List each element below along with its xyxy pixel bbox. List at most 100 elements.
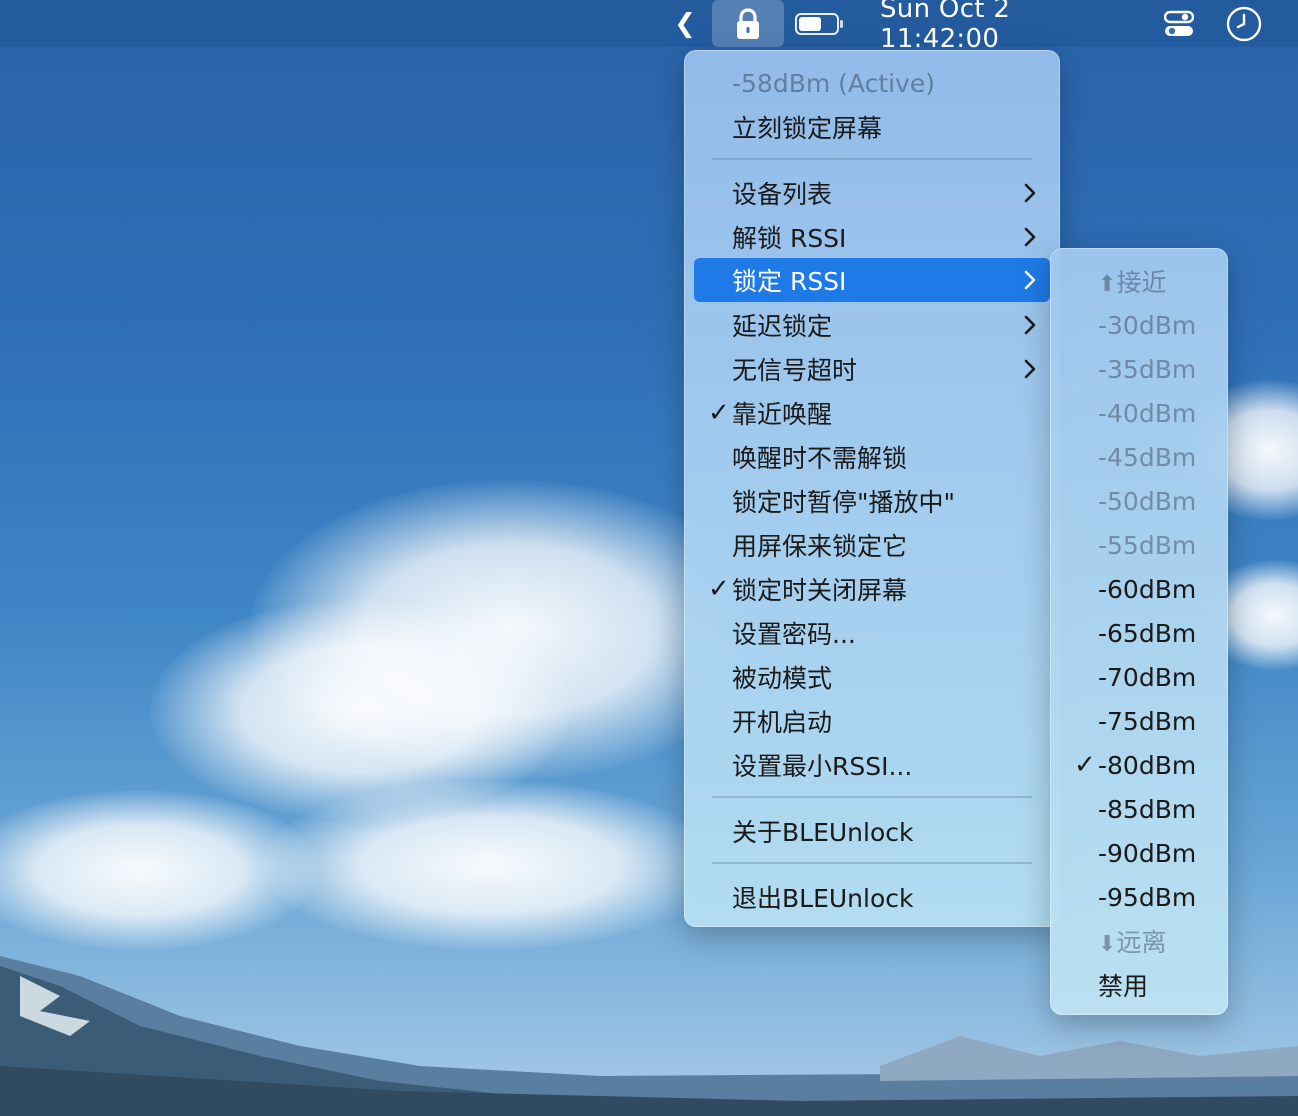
menu-item-label: 开机启动: [732, 708, 833, 737]
submenu-item-label: -85dBm: [1098, 794, 1197, 824]
clock-icon: [1226, 6, 1262, 41]
submenu-item-label: -50dBm: [1098, 486, 1197, 516]
chevron-right-icon: [1024, 359, 1036, 379]
menu-item-about[interactable]: 关于BLEUnlock: [694, 809, 1050, 853]
submenu-item-label: -60dBm: [1098, 574, 1197, 604]
checkmark-icon: ✓: [1074, 750, 1096, 780]
menu-item-label: 立刻锁定屏幕: [732, 114, 883, 143]
menu-item-set-password[interactable]: 设置密码...: [694, 611, 1050, 655]
menubar-clock[interactable]: Sun Oct 2 11:42:00: [880, 0, 1130, 54]
menu-item-device-list[interactable]: 设备列表: [694, 171, 1050, 215]
menu-item-label: 锁定时暂停"播放中": [732, 488, 955, 517]
submenu-item-rssi[interactable]: -85dBm: [1060, 787, 1218, 831]
control-center-button[interactable]: [1158, 0, 1200, 47]
menu-item-label: 设置最小RSSI...: [732, 752, 913, 781]
lock-rssi-submenu: ⬆接近 -30dBm -35dBm -40dBm -45dBm -50dBm -…: [1050, 248, 1228, 1015]
submenu-item-label: -45dBm: [1098, 442, 1197, 472]
menu-item-set-min-rssi[interactable]: 设置最小RSSI...: [694, 743, 1050, 787]
menu-item-label: 靠近唤醒: [732, 400, 833, 429]
checkmark-icon: ✓: [708, 574, 730, 604]
chevron-right-icon: [1024, 183, 1036, 203]
menu-separator: [712, 862, 1032, 864]
menu-item-wake-without-unlock[interactable]: 唤醒时不需解锁: [694, 435, 1050, 479]
submenu-item-rssi[interactable]: -65dBm: [1060, 611, 1218, 655]
submenu-item-label: -35dBm: [1098, 354, 1197, 384]
chevron-right-icon: [1024, 227, 1036, 247]
menu-item-passive-mode[interactable]: 被动模式: [694, 655, 1050, 699]
datetime-text: Sun Oct 2 11:42:00: [880, 0, 1011, 54]
menu-item-label: 退出BLEUnlock: [732, 884, 914, 913]
menu-item-delay-lock[interactable]: 延迟锁定: [694, 303, 1050, 347]
menu-separator: [712, 158, 1032, 160]
menu-item-lock-with-screensaver[interactable]: 用屏保来锁定它: [694, 523, 1050, 567]
menu-item-wake-on-proximity[interactable]: ✓ 靠近唤醒: [694, 391, 1050, 435]
submenu-item-rssi[interactable]: -90dBm: [1060, 831, 1218, 875]
menu-item-label: 延迟锁定: [732, 312, 833, 341]
battery-status-item[interactable]: [790, 0, 850, 47]
menu-item-label: 锁定 RSSI: [732, 267, 847, 296]
lock-icon: [737, 7, 759, 39]
menu-item-lock-rssi[interactable]: 锁定 RSSI: [694, 258, 1050, 302]
submenu-item-label: -55dBm: [1098, 530, 1197, 560]
menu-item-rssi-active: -58dBm (Active): [694, 61, 1050, 105]
menu-item-pause-now-playing[interactable]: 锁定时暂停"播放中": [694, 479, 1050, 523]
submenu-item-rssi: -35dBm: [1060, 347, 1218, 391]
submenu-farther-label: 远离: [1116, 928, 1167, 957]
arrow-down-icon: ⬇: [1098, 932, 1117, 957]
submenu-item-rssi[interactable]: -60dBm: [1060, 567, 1218, 611]
arrow-up-icon: ⬆: [1098, 272, 1117, 297]
clock-menu-button[interactable]: [1222, 0, 1266, 47]
collapse-menubar-button[interactable]: ❮: [670, 0, 700, 47]
submenu-item-rssi: -55dBm: [1060, 523, 1218, 567]
menu-item-launch-at-login[interactable]: 开机启动: [694, 699, 1050, 743]
menu-item-no-signal-timeout[interactable]: 无信号超时: [694, 347, 1050, 391]
submenu-item-label: -65dBm: [1098, 618, 1197, 648]
submenu-item-rssi: -45dBm: [1060, 435, 1218, 479]
submenu-item-rssi[interactable]: -75dBm: [1060, 699, 1218, 743]
menu-separator: [712, 796, 1032, 798]
menu-item-label: 关于BLEUnlock: [732, 818, 914, 847]
menu-item-lock-now[interactable]: 立刻锁定屏幕: [694, 105, 1050, 149]
submenu-item-label: -80dBm: [1098, 750, 1197, 780]
menu-item-quit[interactable]: 退出BLEUnlock: [694, 875, 1050, 919]
menu-item-label: 用屏保来锁定它: [732, 532, 908, 561]
submenu-item-rssi: -30dBm: [1060, 303, 1218, 347]
checkmark-icon: ✓: [708, 398, 730, 428]
submenu-item-closer: ⬆接近: [1060, 259, 1218, 303]
menu-item-label: 被动模式: [732, 664, 833, 693]
battery-icon: [795, 12, 843, 35]
submenu-item-rssi: -50dBm: [1060, 479, 1218, 523]
bleunlock-menu: -58dBm (Active) 立刻锁定屏幕 设备列表 解锁 RSSI 锁定 R…: [684, 50, 1060, 927]
submenu-closer-label-wrap: ⬆接近: [1098, 263, 1166, 299]
menu-item-unlock-rssi[interactable]: 解锁 RSSI: [694, 215, 1050, 259]
submenu-item-label: -70dBm: [1098, 662, 1197, 692]
menu-item-label: -58dBm (Active): [732, 68, 935, 98]
chevron-left-icon: ❮: [674, 8, 696, 39]
menu-item-label: 设备列表: [732, 180, 833, 209]
menu-bar: ❮ Sun Oct 2 11:42:00: [0, 0, 1298, 54]
chevron-right-icon: [1024, 315, 1036, 335]
submenu-item-label: -90dBm: [1098, 838, 1197, 868]
menu-item-label: 无信号超时: [732, 356, 858, 385]
submenu-item-label: -95dBm: [1098, 882, 1197, 912]
menu-item-label: 设置密码...: [732, 620, 856, 649]
submenu-item-farther: ⬇远离: [1060, 919, 1218, 963]
menu-item-turn-off-screen[interactable]: ✓ 锁定时关闭屏幕: [694, 567, 1050, 611]
submenu-item-label: -30dBm: [1098, 310, 1197, 340]
submenu-item-label: -40dBm: [1098, 398, 1197, 428]
submenu-farther-label-wrap: ⬇远离: [1098, 923, 1166, 959]
submenu-item-rssi[interactable]: -70dBm: [1060, 655, 1218, 699]
submenu-item-label: -75dBm: [1098, 706, 1197, 736]
menu-item-label: 锁定时关闭屏幕: [732, 576, 908, 605]
submenu-item-disable[interactable]: 禁用: [1060, 963, 1218, 1007]
submenu-item-rssi-selected[interactable]: ✓ -80dBm: [1060, 743, 1218, 787]
submenu-closer-label: 接近: [1116, 268, 1167, 297]
control-center-icon: [1164, 10, 1194, 36]
submenu-item-rssi: -40dBm: [1060, 391, 1218, 435]
bleunlock-status-item[interactable]: [712, 0, 784, 47]
menu-item-label: 唤醒时不需解锁: [732, 444, 908, 473]
menu-item-label: 解锁 RSSI: [732, 224, 847, 253]
submenu-item-rssi[interactable]: -95dBm: [1060, 875, 1218, 919]
chevron-right-icon: [1024, 270, 1036, 290]
submenu-item-label: 禁用: [1098, 972, 1149, 1001]
